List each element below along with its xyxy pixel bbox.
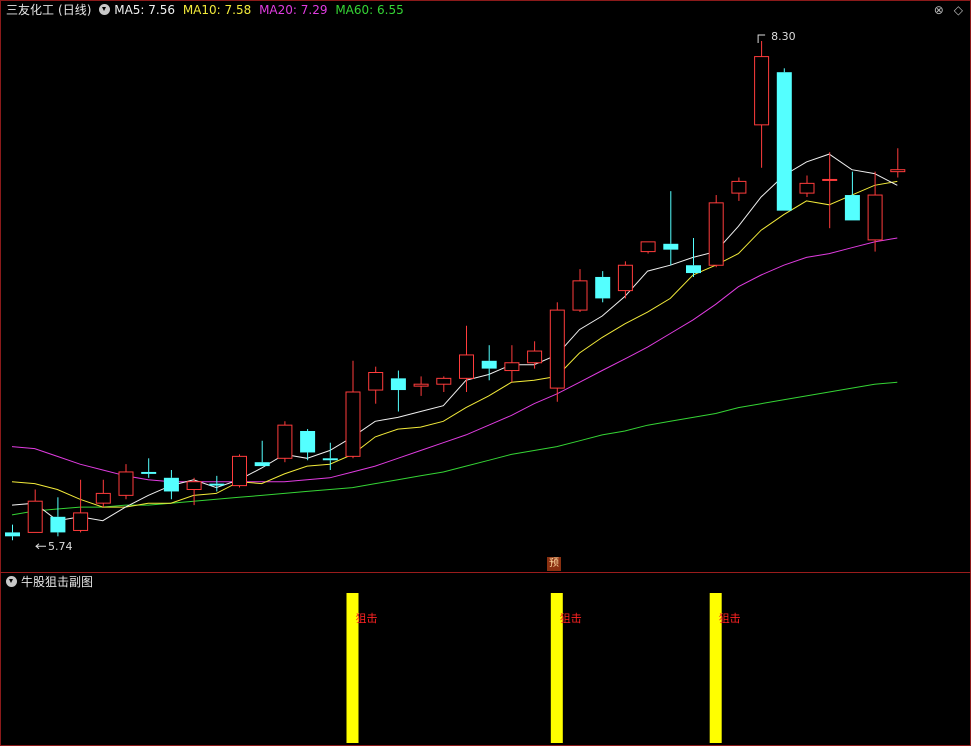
candle-body-down bbox=[686, 265, 701, 274]
candle-body-down bbox=[50, 516, 66, 533]
candle-body-down bbox=[595, 276, 611, 299]
ma5-line bbox=[11, 153, 898, 522]
candle-body-down bbox=[300, 431, 316, 453]
candle-body-down bbox=[390, 378, 406, 391]
candle-body-up bbox=[186, 481, 202, 491]
candle-body-up bbox=[640, 241, 656, 253]
candle-body-up bbox=[277, 424, 293, 459]
candle-body-up bbox=[731, 180, 747, 194]
candle-body-up bbox=[368, 372, 384, 391]
candle-body-up bbox=[27, 500, 43, 533]
candle-body-down bbox=[254, 462, 270, 467]
low-price-label: 5.74 bbox=[48, 540, 73, 553]
candle-body-up bbox=[617, 264, 633, 292]
candle-body-up bbox=[708, 202, 724, 266]
candle-body-down bbox=[481, 360, 497, 369]
candle-body-up bbox=[527, 350, 543, 364]
candle-body-down bbox=[322, 458, 338, 461]
candle-body-down bbox=[663, 243, 679, 250]
candle-body-up bbox=[890, 169, 906, 173]
candle-body-up bbox=[549, 309, 565, 389]
candle-body-up bbox=[345, 391, 361, 457]
candle-body-up bbox=[118, 471, 134, 496]
candle-body-down bbox=[163, 477, 179, 492]
candle-body-down bbox=[844, 195, 860, 221]
kline-chart[interactable]: 8.30 5.74 狙击 狙击 狙击 bbox=[0, 0, 971, 746]
candle-body-up bbox=[232, 455, 247, 487]
candle-body-up bbox=[867, 194, 883, 241]
candle-body-down bbox=[141, 471, 157, 474]
candle-body-up bbox=[73, 512, 89, 531]
high-price-label: 8.30 bbox=[771, 30, 796, 43]
ma10-line bbox=[11, 180, 898, 508]
candle-body-up bbox=[572, 280, 588, 311]
signal-label: 狙击 bbox=[560, 612, 582, 625]
signal-label: 狙击 bbox=[719, 612, 741, 625]
candle-body-up bbox=[413, 383, 429, 387]
candle-body-up bbox=[95, 492, 111, 504]
ma20-line bbox=[11, 237, 898, 483]
signal-label: 狙击 bbox=[356, 612, 378, 625]
candle-body-up bbox=[799, 182, 815, 194]
candle-body-up bbox=[459, 354, 474, 379]
candle-body-up bbox=[754, 56, 770, 126]
candle-body-up bbox=[504, 362, 520, 372]
candle-body-down bbox=[209, 483, 225, 486]
candle-body-down bbox=[5, 532, 20, 537]
low-marker-arrow bbox=[35, 543, 46, 550]
candle-body-up bbox=[436, 377, 452, 385]
ma60-line bbox=[11, 381, 898, 516]
candle-body-up bbox=[822, 178, 838, 181]
candle-body-down bbox=[776, 72, 792, 211]
